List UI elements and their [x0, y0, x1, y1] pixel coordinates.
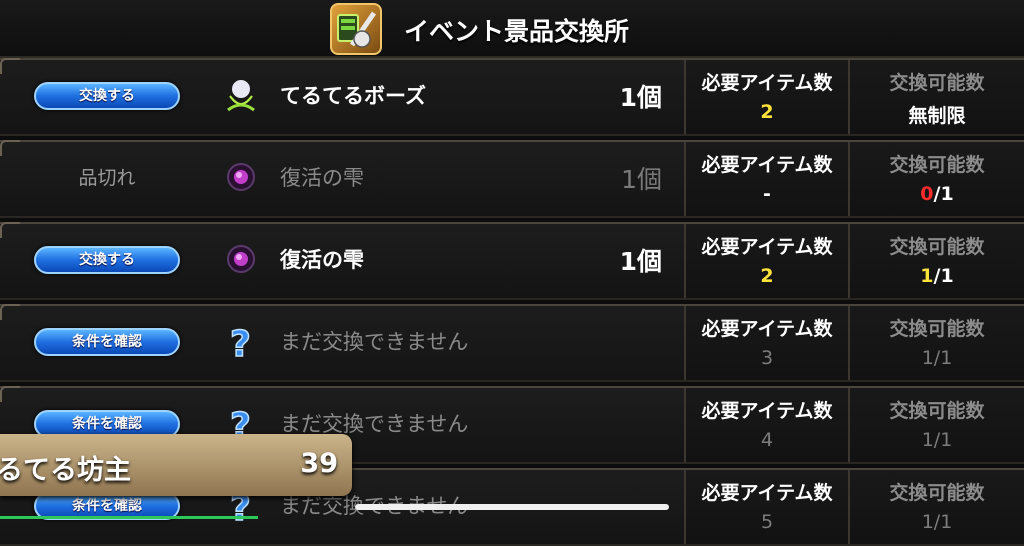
available-label: 交換可能数 — [889, 154, 985, 176]
available-value: 1/1 — [921, 511, 953, 533]
available-label: 交換可能数 — [889, 72, 985, 94]
item-name: てるてるボーズ — [280, 84, 426, 108]
home-indicator[interactable] — [355, 504, 669, 510]
available-panel: 交換可能数 0/1 — [848, 142, 1024, 216]
required-panel: 必要アイテム数 4 — [684, 388, 848, 462]
svg-text:?: ? — [230, 324, 251, 360]
header-bar: イベント景品交換所 — [0, 0, 1024, 58]
item-quantity: 1個 — [621, 165, 662, 194]
list-item: 品切れ 復活の雫 1個 必要アイテム数 - 交換可能数 0/1 — [0, 140, 1024, 218]
available-value: 1/1 — [850, 265, 1024, 287]
required-panel: 必要アイテム数 2 — [684, 224, 848, 298]
teru-doll-icon — [222, 76, 260, 114]
available-used: 0 — [920, 183, 934, 205]
item-name: 復活の雫 — [280, 248, 364, 272]
available-label: 交換可能数 — [889, 236, 985, 258]
player-info-box: るてる坊主 39 — [0, 434, 352, 496]
required-value: 5 — [760, 511, 774, 533]
orb-icon — [222, 240, 260, 278]
required-label: 必要アイテム数 — [701, 72, 833, 94]
required-panel: 必要アイテム数 5 — [684, 470, 848, 544]
required-value: 2 — [760, 265, 774, 287]
available-total: /1 — [933, 183, 954, 205]
soldout-label: 品切れ — [78, 167, 136, 189]
required-panel: 必要アイテム数 3 — [684, 306, 848, 380]
required-label: 必要アイテム数 — [701, 318, 833, 340]
exchange-button[interactable]: 交換する — [34, 82, 180, 110]
required-panel: 必要アイテム数 2 — [684, 60, 848, 134]
item-name: まだ交換できません — [280, 330, 469, 354]
available-label: 交換可能数 — [889, 400, 985, 422]
available-value: 無制限 — [908, 105, 966, 127]
player-name: るてる坊主 — [0, 455, 131, 486]
available-total: /1 — [933, 265, 954, 287]
item-name: 復活の雫 — [280, 166, 364, 190]
available-label: 交換可能数 — [889, 482, 985, 504]
exchange-button[interactable]: 交換する — [34, 246, 180, 274]
available-panel: 交換可能数 1/1 — [848, 306, 1024, 380]
item-quantity: 1個 — [619, 247, 662, 276]
required-value: 3 — [760, 347, 774, 369]
available-panel: 交換可能数 1/1 — [848, 470, 1024, 544]
orb-icon — [222, 158, 260, 196]
required-panel: 必要アイテム数 - — [684, 142, 848, 216]
question-icon: ? — [222, 322, 260, 366]
required-label: 必要アイテム数 — [701, 236, 833, 258]
list-item: 条件を確認 ? まだ交換できません 必要アイテム数 3 交換可能数 1/1 — [0, 304, 1024, 382]
available-panel: 交換可能数 無制限 — [848, 60, 1024, 134]
player-level: 39 — [300, 448, 338, 479]
check-conditions-button[interactable]: 条件を確認 — [34, 328, 180, 356]
required-value: - — [763, 183, 771, 205]
available-value: 1/1 — [921, 347, 953, 369]
available-value: 1/1 — [921, 429, 953, 451]
available-value: 0/1 — [850, 183, 1024, 205]
progress-line — [0, 516, 258, 519]
available-panel: 交換可能数 1/1 — [848, 224, 1024, 298]
required-label: 必要アイテム数 — [701, 400, 833, 422]
event-shop-icon — [330, 3, 382, 55]
list-item: 交換する 復活の雫 1個 必要アイテム数 2 交換可能数 1/1 — [0, 222, 1024, 300]
page-title: イベント景品交換所 — [404, 17, 630, 46]
required-label: 必要アイテム数 — [701, 154, 833, 176]
available-label: 交換可能数 — [889, 318, 985, 340]
item-quantity: 1個 — [619, 83, 662, 112]
required-value: 2 — [760, 101, 774, 123]
required-label: 必要アイテム数 — [701, 482, 833, 504]
available-panel: 交換可能数 1/1 — [848, 388, 1024, 462]
required-value: 4 — [760, 429, 774, 451]
list-item: 交換する てるてるボーズ 1個 必要アイテム数 2 交換可能数 無制限 — [0, 58, 1024, 136]
available-used: 1 — [920, 265, 934, 287]
